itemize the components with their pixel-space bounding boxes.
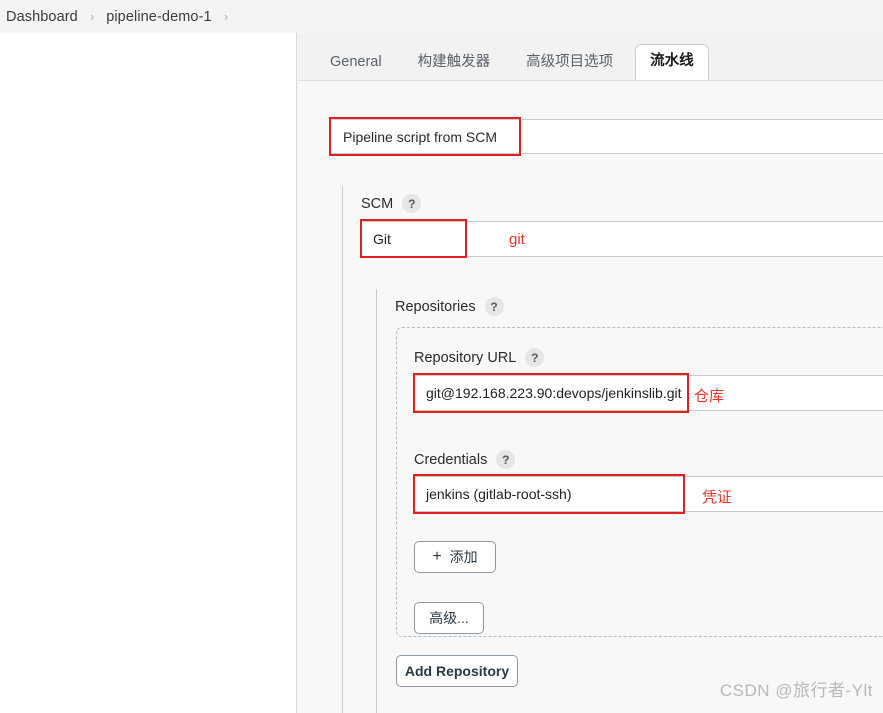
- tab-general[interactable]: General: [316, 46, 396, 80]
- repositories-label-group: Repositories ?: [395, 297, 504, 316]
- repositories-section: Repositories ? Repository URL ? git@192.…: [376, 289, 883, 713]
- definition-row: Pipeline script from SCM: [329, 117, 883, 156]
- app-root: Dashboard › pipeline-demo-1 › General 构建…: [0, 0, 883, 713]
- scm-select[interactable]: Git git: [361, 221, 883, 257]
- config-tabs: General 构建触发器 高级项目选项 流水线: [298, 33, 883, 80]
- repository-url-annotation: 仓库: [694, 388, 725, 405]
- breadcrumb-separator-2: ›: [224, 9, 228, 24]
- breadcrumb-item-pipeline-demo-1[interactable]: pipeline-demo-1: [106, 9, 211, 25]
- advanced-button-label: 高级...: [429, 610, 469, 626]
- add-credentials-label: 添加: [449, 549, 478, 565]
- help-icon-credentials[interactable]: ?: [496, 450, 516, 469]
- advanced-button[interactable]: 高级...: [414, 602, 484, 634]
- help-icon-repositories[interactable]: ?: [484, 297, 504, 316]
- credentials-annotation: 凭证: [702, 489, 733, 506]
- breadcrumb-item-dashboard[interactable]: Dashboard: [6, 9, 78, 25]
- scm-section: SCM ? Git git Repositories ? Repository …: [342, 186, 883, 713]
- repository-url-label-group: Repository URL ?: [414, 348, 545, 367]
- repositories-label: Repositories: [395, 298, 476, 315]
- credentials-value: jenkins (gitlab-root-ssh): [426, 486, 572, 502]
- help-icon-repository-url[interactable]: ?: [525, 348, 545, 367]
- breadcrumb: Dashboard › pipeline-demo-1 ›: [0, 0, 883, 33]
- sidebar-pane: [0, 33, 297, 713]
- content-pane: General 构建触发器 高级项目选项 流水线 Pipeline script…: [298, 33, 883, 713]
- plus-icon: +: [432, 548, 442, 565]
- credentials-select[interactable]: jenkins (gitlab-root-ssh) 凭证: [414, 476, 883, 512]
- pipeline-tab-panel: Pipeline script from SCM SCM ? Git git R…: [298, 80, 883, 713]
- credentials-label: Credentials: [414, 451, 488, 468]
- repository-url-label: Repository URL: [414, 349, 517, 366]
- credentials-label-group: Credentials ?: [414, 450, 516, 469]
- repository-url-value: git@192.168.223.90:devops/jenkinslib.git: [426, 385, 682, 401]
- add-credentials-button[interactable]: + 添加: [414, 541, 496, 573]
- help-icon-scm[interactable]: ?: [402, 194, 422, 213]
- scm-annotation: git: [509, 231, 525, 248]
- tab-build-triggers[interactable]: 构建触发器: [404, 46, 505, 80]
- breadcrumb-separator-1: ›: [90, 9, 94, 24]
- scm-label: SCM: [361, 195, 394, 212]
- tab-advanced-project-options[interactable]: 高级项目选项: [512, 46, 627, 80]
- repository-url-input[interactable]: git@192.168.223.90:devops/jenkinslib.git…: [414, 375, 883, 411]
- definition-select[interactable]: Pipeline script from SCM: [330, 119, 883, 154]
- scm-select-value: Git: [373, 231, 391, 247]
- watermark: CSDN @旅行者-Ylt: [719, 681, 873, 700]
- add-repository-label: Add Repository: [404, 663, 510, 679]
- scm-label-group: SCM ?: [361, 194, 422, 213]
- tab-pipeline[interactable]: 流水线: [635, 43, 709, 80]
- add-repository-button[interactable]: Add Repository: [396, 655, 518, 687]
